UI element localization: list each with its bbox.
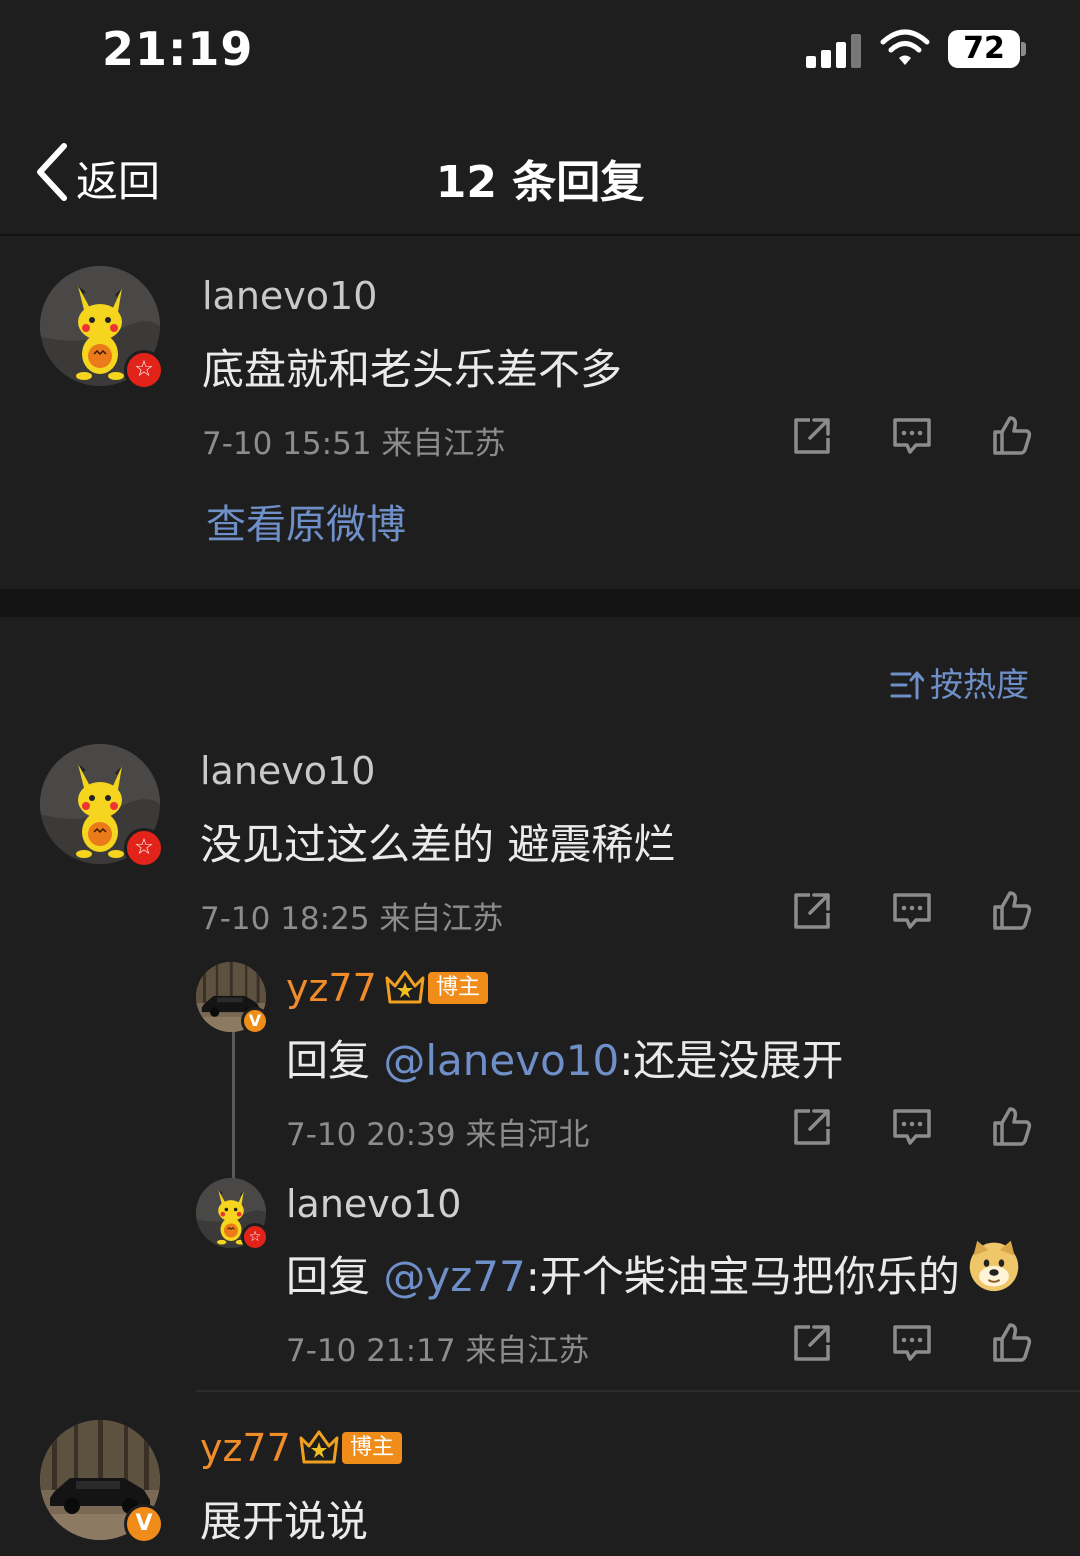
comment-username[interactable]: lanevo10 [202, 274, 377, 318]
like-icon[interactable] [990, 1321, 1034, 1365]
comment-icon[interactable] [890, 1105, 934, 1149]
status-time: 21:19 [102, 22, 254, 76]
like-icon[interactable] [990, 889, 1034, 933]
mention-link[interactable]: @yz77 [383, 1252, 525, 1301]
share-icon[interactable] [790, 1321, 834, 1365]
battery-tip [1021, 42, 1026, 56]
sort-icon [890, 671, 925, 700]
comment-username[interactable]: lanevo10 [200, 749, 375, 793]
sort-label: 按热度 [930, 665, 1029, 704]
reply-body: :还是没展开 [619, 1036, 844, 1085]
reply-prefix: 回复 [286, 1036, 384, 1085]
comment-icon[interactable] [890, 414, 934, 458]
verified-badge-icon: ☆ [124, 828, 164, 868]
reply-body: :开个柴油宝马把你乐的 [525, 1252, 960, 1301]
like-icon[interactable] [990, 414, 1034, 458]
reply-text: 回复 @lanevo10:还是没展开 [286, 1027, 843, 1088]
comment-text: 没见过这么差的 避震稀烂 [200, 820, 676, 869]
reply-text: 回复 @yz77:开个柴油宝马把你乐的 [286, 1243, 960, 1304]
comment-text: 底盘就和老头乐差不多 [202, 345, 623, 394]
reply-username[interactable]: yz77 [286, 966, 377, 1010]
author-tag: 博主 [428, 972, 489, 1004]
crown-icon [384, 968, 426, 1006]
view-original-link[interactable]: 查看原微博 [206, 492, 406, 550]
section-divider [0, 589, 1080, 617]
share-icon[interactable] [790, 889, 834, 933]
reply-meta: 7-10 21:17 来自江苏 [286, 1333, 590, 1369]
comment-icon[interactable] [890, 889, 934, 933]
verified-badge-icon: ☆ [241, 1223, 269, 1251]
comment-text: 展开说说 [200, 1497, 369, 1546]
mention-link[interactable]: @lanevo10 [383, 1036, 619, 1085]
verified-badge-icon: ☆ [124, 350, 164, 390]
nav-divider [0, 234, 1080, 236]
comment-icon[interactable] [890, 1321, 934, 1365]
battery-icon: 72 [948, 30, 1020, 68]
comment-username[interactable]: yz77 [200, 1426, 291, 1470]
verified-v-badge-icon: V [124, 1504, 164, 1544]
page-title: 12 条回复 [435, 157, 645, 208]
verified-v-badge-icon: V [241, 1007, 269, 1035]
reply-username[interactable]: lanevo10 [286, 1182, 461, 1226]
wifi-icon [880, 28, 930, 68]
thread-line [232, 1030, 235, 1180]
sort-button[interactable]: 按热度 [890, 658, 1029, 706]
like-icon[interactable] [990, 1105, 1034, 1149]
author-tag: 博主 [342, 1432, 403, 1464]
comment-meta: 7-10 15:51 来自江苏 [202, 426, 506, 462]
reply-divider [196, 1390, 1080, 1392]
doge-emoji-icon [966, 1237, 1022, 1293]
crown-icon [298, 1428, 340, 1466]
share-icon[interactable] [790, 414, 834, 458]
cellular-signal-icon [806, 32, 862, 68]
reply-prefix: 回复 [286, 1252, 384, 1301]
comment-meta: 7-10 18:25 来自江苏 [200, 901, 504, 937]
reply-meta: 7-10 20:39 来自河北 [286, 1117, 590, 1153]
share-icon[interactable] [790, 1105, 834, 1149]
